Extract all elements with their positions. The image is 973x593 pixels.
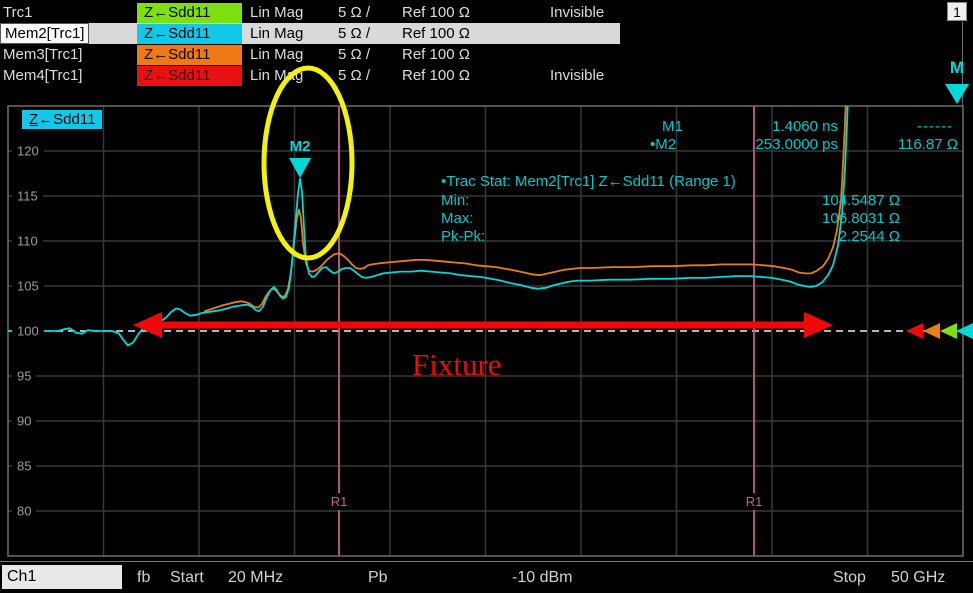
marker-m2-name[interactable]: •M2	[650, 136, 676, 153]
range-marker-r1-label[interactable]: R1	[741, 493, 767, 510]
y-tick-80: 80	[12, 504, 36, 519]
trac-stat-title: •Trac Stat: Mem2[Trc1] Z←Sdd11 (Range 1)	[441, 173, 736, 190]
range-marker-r1-label[interactable]: R1	[326, 493, 352, 510]
pb-label: Pb	[368, 566, 388, 589]
y-tick-110: 110	[12, 234, 43, 249]
fb-label: fb	[137, 566, 150, 589]
y-tick-90: 90	[12, 414, 36, 429]
y-tick-115: 115	[12, 189, 43, 204]
marker-m2-flag-label[interactable]: M2	[272, 138, 328, 155]
trac-stat-min-value: 104.5487 Ω	[750, 192, 900, 209]
marker-m1-level: ------	[873, 118, 953, 135]
marker-m1-flag-icon[interactable]	[945, 84, 969, 104]
trac-stat-pkpk-label: Pk-Pk:	[441, 228, 485, 245]
marker-m2-value: 253.0000 ps	[700, 136, 838, 153]
marker-m1-value: 1.4060 ns	[700, 118, 838, 135]
marker-m1-name[interactable]: M1	[662, 118, 683, 135]
y-tick-85: 85	[12, 459, 36, 474]
stop-label[interactable]: Stop	[833, 566, 866, 589]
stop-value[interactable]: 50 GHz	[891, 566, 945, 589]
trac-stat-max-value: 106.8031 Ω	[750, 210, 900, 227]
active-trace-chip[interactable]: Z←Sdd11	[22, 110, 102, 129]
y-tick-95: 95	[12, 369, 36, 384]
marker-m1-flag-label[interactable]: M	[944, 58, 970, 78]
trac-stat-min-label: Min:	[441, 192, 469, 209]
fixture-annotation-label: Fixture	[412, 347, 502, 383]
start-value[interactable]: 20 MHz	[228, 566, 283, 589]
trac-stat-pkpk-value: 2.2544 Ω	[750, 228, 900, 245]
trac-stat-max-label: Max:	[441, 210, 474, 227]
y-tick-120: 120	[12, 144, 44, 159]
vna-screen: Trc1 Z←Sdd11 Lin Mag 5 Ω / Ref 100 Ω Inv…	[0, 0, 973, 593]
y-tick-100: 100	[12, 324, 44, 339]
marker-m2-level: 116.87 Ω	[858, 136, 958, 153]
plot-canvas	[0, 0, 973, 593]
y-tick-105: 105	[12, 279, 44, 294]
power-value[interactable]: -10 dBm	[512, 566, 572, 589]
start-label[interactable]: Start	[170, 566, 204, 589]
